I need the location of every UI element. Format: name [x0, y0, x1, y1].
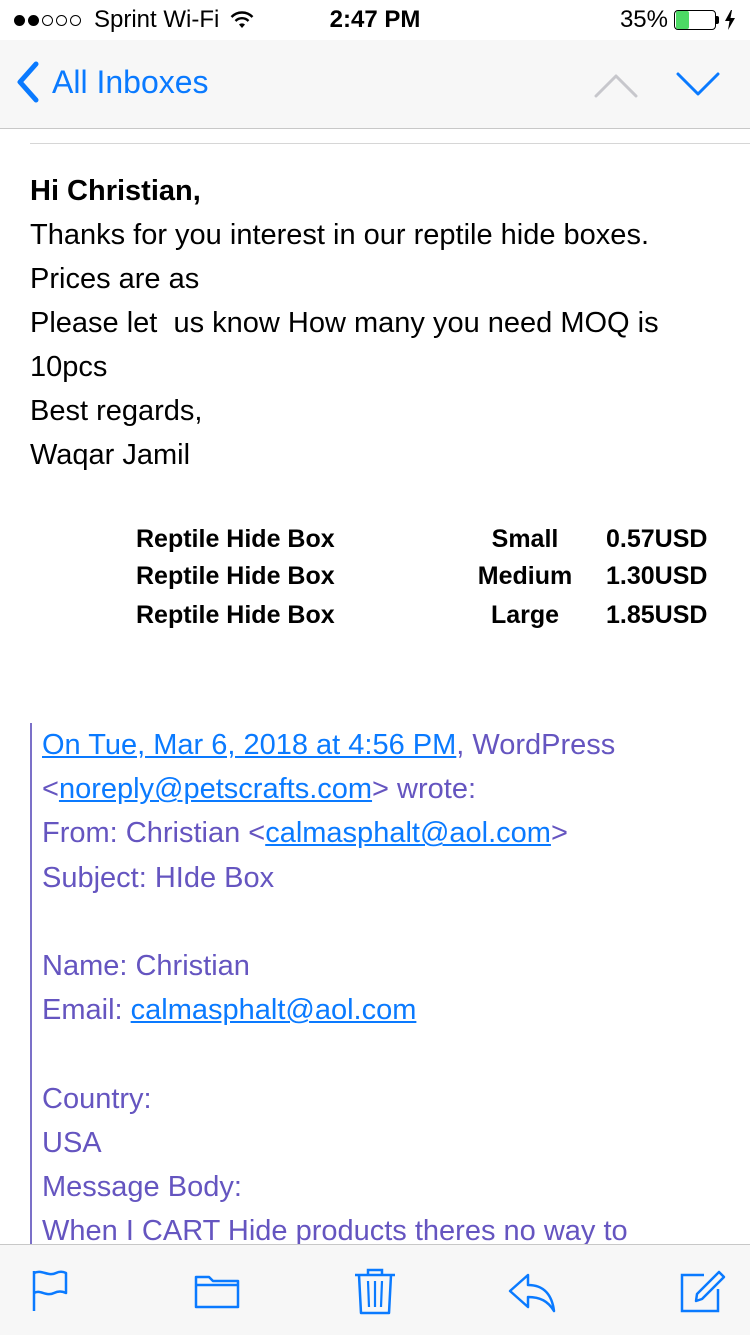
quote-country-value: USA	[42, 1126, 102, 1159]
chevron-left-icon	[17, 61, 39, 103]
price-row: Reptile Hide Box Medium 1.30USD	[0, 562, 750, 598]
price-row: Reptile Hide Box Small 0.57USD	[0, 525, 750, 561]
price-size: Large	[490, 601, 560, 629]
body-line: 10pcs	[30, 351, 108, 383]
charging-bolt-icon	[725, 10, 735, 30]
body-line: Please let us know How many you need MOQ…	[30, 307, 659, 339]
price-size: Medium	[477, 562, 573, 590]
battery-icon	[674, 9, 722, 31]
body-line: Best regards,	[30, 395, 203, 427]
quoted-message: On Tue, Mar 6, 2018 at 4:56 PM, WordPres…	[30, 723, 732, 1244]
status-right: 35%	[620, 6, 736, 34]
battery-level-fill	[676, 11, 690, 29]
bottom-toolbar	[0, 1244, 750, 1335]
next-message-chevron-down-icon[interactable]	[676, 66, 720, 102]
message-body: Hi Christian, Thanks for you interest in…	[30, 169, 730, 477]
reply-button[interactable]	[508, 1267, 556, 1315]
all-inboxes-back-button[interactable]: All Inboxes	[14, 60, 209, 104]
quote-sender-line: <noreply@petscrafts.com> wrote:	[42, 767, 732, 811]
quote-header-line: On Tue, Mar 6, 2018 at 4:56 PM, WordPres…	[42, 723, 732, 767]
reply-icon	[508, 1273, 556, 1313]
quote-email-line: Email: calmasphalt@aol.com	[42, 988, 732, 1032]
battery-percent: 35%	[619, 6, 668, 33]
move-to-folder-button[interactable]	[193, 1267, 241, 1315]
sender-email-link[interactable]: noreply@petscrafts.com	[59, 773, 372, 805]
email-label: Email:	[42, 994, 131, 1027]
signature: Waqar Jamil	[30, 439, 191, 471]
quote-sender-name: , WordPress	[456, 729, 616, 761]
quote-wrote: > wrote:	[372, 773, 477, 806]
email-link[interactable]: calmasphalt@aol.com	[131, 994, 417, 1026]
price-product: Reptile Hide Box	[136, 601, 335, 629]
header-divider	[30, 143, 750, 144]
from-label: From: Christian <	[42, 817, 266, 850]
trash-icon	[355, 1268, 395, 1315]
quote-bracket: <	[42, 773, 59, 806]
message-content[interactable]: Hi Christian, Thanks for you interest in…	[0, 129, 750, 1244]
price-value: 0.57USD	[606, 525, 708, 553]
price-value: 1.85USD	[606, 601, 708, 629]
price-row: Reptile Hide Box Large 1.85USD	[0, 601, 750, 637]
price-size: Small	[491, 525, 559, 553]
quote-name: Name: Christian	[42, 950, 250, 982]
nav-bar: All Inboxes	[0, 40, 750, 129]
quote-country-label: Country:	[42, 1082, 152, 1115]
flag-button[interactable]	[26, 1267, 74, 1315]
compose-button[interactable]	[678, 1267, 726, 1315]
quote-subject: Subject: HIde Box	[42, 861, 275, 894]
body-line: Prices are as	[30, 263, 200, 295]
flag-icon	[32, 1270, 68, 1311]
quote-from-line: From: Christian <calmasphalt@aol.com>	[42, 811, 732, 855]
body-line: Thanks for you interest in our reptile h…	[30, 219, 649, 251]
trash-button[interactable]	[351, 1267, 399, 1315]
quote-date-link[interactable]: On Tue, Mar 6, 2018 at 4:56 PM	[42, 729, 456, 761]
from-close: >	[550, 817, 568, 850]
quote-message-value: When I CART Hide products theres no way …	[42, 1215, 628, 1244]
price-value: 1.30USD	[606, 562, 708, 590]
price-product: Reptile Hide Box	[136, 525, 335, 553]
folder-icon	[194, 1275, 240, 1309]
greeting: Hi Christian,	[30, 175, 201, 207]
quote-message-label: Message Body:	[42, 1171, 242, 1203]
price-product: Reptile Hide Box	[136, 562, 335, 590]
previous-message-chevron-up-icon[interactable]	[594, 66, 638, 102]
back-label: All Inboxes	[52, 63, 209, 100]
from-email-link[interactable]: calmasphalt@aol.com	[265, 817, 551, 849]
compose-icon	[680, 1270, 726, 1313]
status-bar: Sprint Wi-Fi 2:47 PM 35%	[0, 0, 750, 40]
